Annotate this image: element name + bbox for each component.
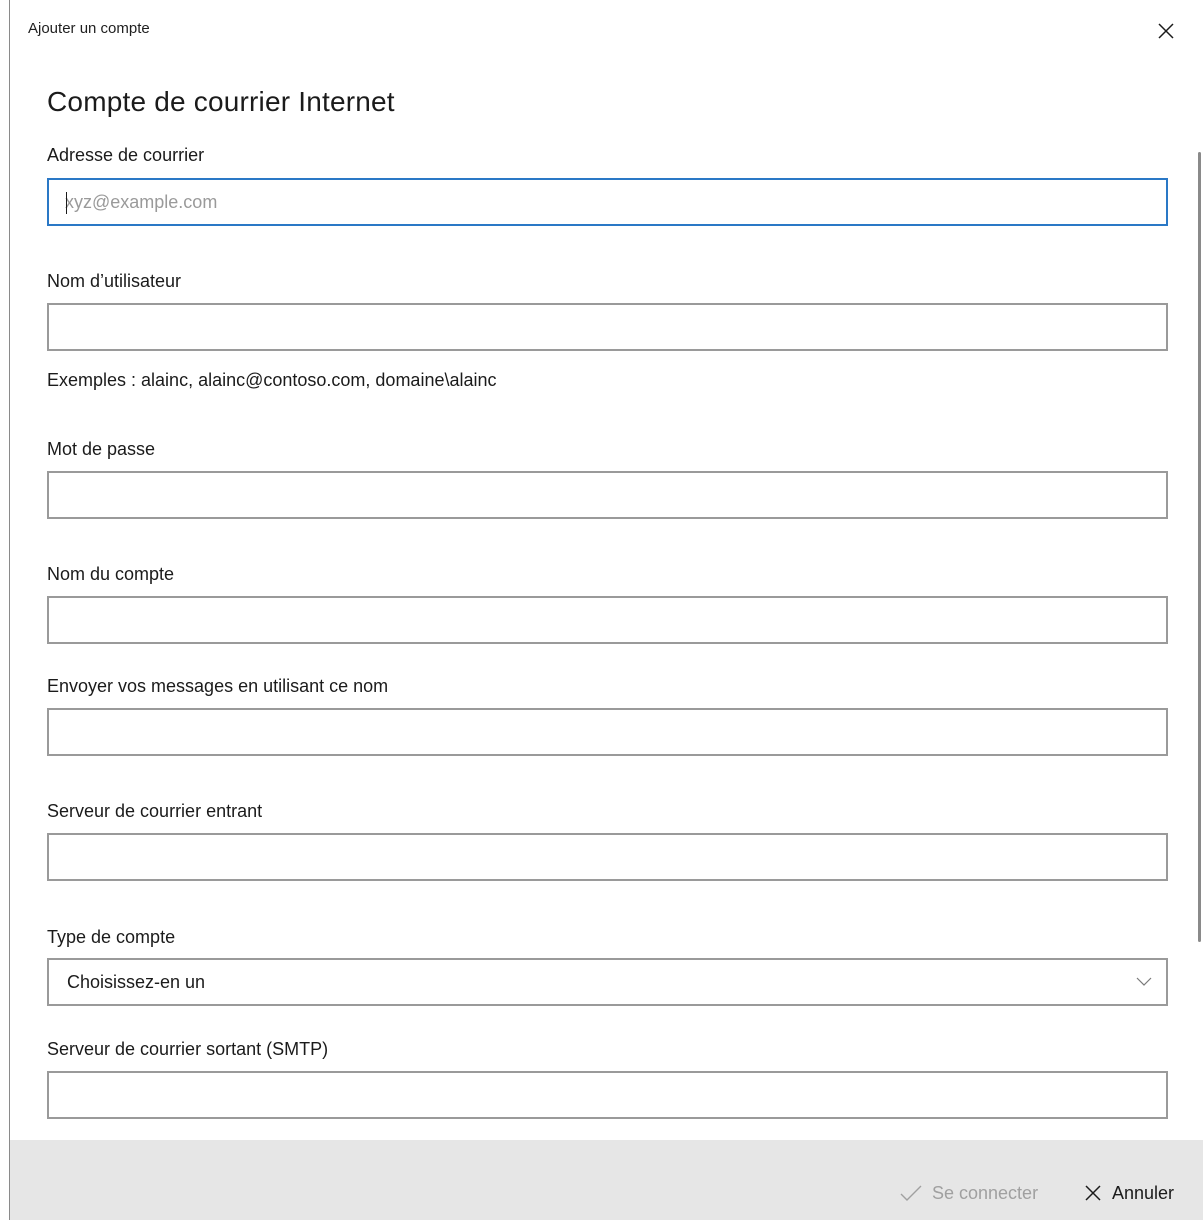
window-left-border — [0, 0, 10, 1220]
email-label: Adresse de courrier — [47, 145, 205, 165]
connect-button[interactable]: Se connecter — [900, 1176, 1038, 1210]
chevron-down-icon — [1136, 977, 1152, 986]
send-name-field-box[interactable] — [47, 708, 1168, 756]
email-field-box[interactable] — [47, 178, 1168, 226]
vertical-scrollbar[interactable] — [1198, 152, 1201, 942]
window-title: Ajouter un compte — [28, 20, 150, 37]
outgoing-server-field-box[interactable] — [47, 1071, 1168, 1119]
cancel-button[interactable]: Annuler — [1084, 1176, 1174, 1210]
email-field[interactable] — [49, 180, 1166, 224]
incoming-server-field-box[interactable] — [47, 833, 1168, 881]
incoming-server-label: Serveur de courrier entrant — [47, 801, 263, 821]
text-caret — [66, 192, 67, 214]
password-field-box[interactable] — [47, 471, 1168, 519]
incoming-server-field[interactable] — [49, 835, 1166, 879]
send-name-field[interactable] — [49, 710, 1166, 754]
account-name-field[interactable] — [49, 598, 1166, 642]
password-label: Mot de passe — [47, 439, 156, 459]
checkmark-icon — [900, 1185, 922, 1201]
account-type-selected: Choisissez-en un — [67, 972, 206, 992]
username-hint: Exemples : alainc, alainc@contoso.com, d… — [47, 370, 497, 390]
close-icon — [1085, 1185, 1101, 1201]
username-label: Nom d’utilisateur — [47, 271, 182, 291]
page-title: Compte de courrier Internet — [47, 86, 395, 117]
account-name-field-box[interactable] — [47, 596, 1168, 644]
outgoing-server-label: Serveur de courrier sortant (SMTP) — [47, 1039, 329, 1059]
account-name-label: Nom du compte — [47, 564, 175, 584]
close-button[interactable] — [1150, 16, 1180, 46]
account-type-dropdown[interactable]: Choisissez-en un — [47, 958, 1168, 1006]
connect-button-label: Se connecter — [932, 1182, 1039, 1203]
cancel-button-label: Annuler — [1112, 1182, 1175, 1203]
username-field-box[interactable] — [47, 303, 1168, 351]
username-field[interactable] — [49, 305, 1166, 349]
outgoing-server-field[interactable] — [49, 1073, 1166, 1117]
account-type-label: Type de compte — [47, 927, 176, 947]
close-icon — [1158, 23, 1174, 39]
password-field[interactable] — [49, 473, 1166, 517]
send-name-label: Envoyer vos messages en utilisant ce nom — [47, 676, 389, 696]
